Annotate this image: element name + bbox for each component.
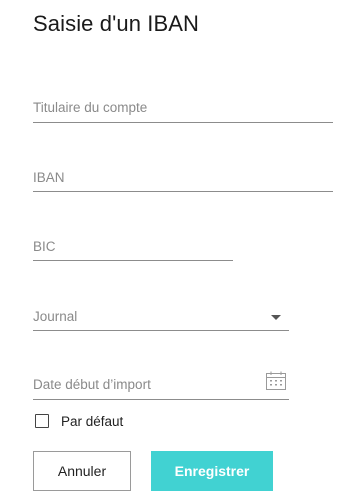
import-start-date-underline: [33, 399, 289, 400]
calendar-icon[interactable]: [265, 371, 287, 391]
iban-placeholder: IBAN: [33, 170, 65, 185]
default-checkbox-label[interactable]: Par défaut: [61, 414, 123, 429]
import-start-date-field[interactable]: Date début d’import: [33, 371, 289, 400]
account-holder-field[interactable]: Titulaire du compte: [33, 100, 333, 123]
iban-underline: [33, 191, 333, 192]
bic-underline: [33, 260, 233, 261]
journal-placeholder: Journal: [33, 309, 78, 324]
save-button[interactable]: Enregistrer: [151, 451, 273, 491]
account-holder-placeholder: Titulaire du compte: [33, 100, 148, 115]
journal-underline: [33, 330, 289, 331]
page-title: Saisie d'un IBAN: [33, 11, 199, 36]
caret-down-icon[interactable]: [271, 315, 281, 320]
iban-field[interactable]: IBAN: [33, 170, 333, 192]
bic-placeholder: BIC: [33, 239, 56, 254]
cancel-button[interactable]: Annuler: [33, 451, 131, 491]
journal-select[interactable]: Journal: [33, 309, 289, 331]
checkbox-icon[interactable]: [35, 414, 49, 428]
default-checkbox-row[interactable]: Par défaut: [35, 413, 123, 429]
account-holder-underline: [33, 122, 333, 123]
import-start-date-placeholder: Date début d’import: [33, 377, 151, 392]
bic-field[interactable]: BIC: [33, 239, 233, 261]
